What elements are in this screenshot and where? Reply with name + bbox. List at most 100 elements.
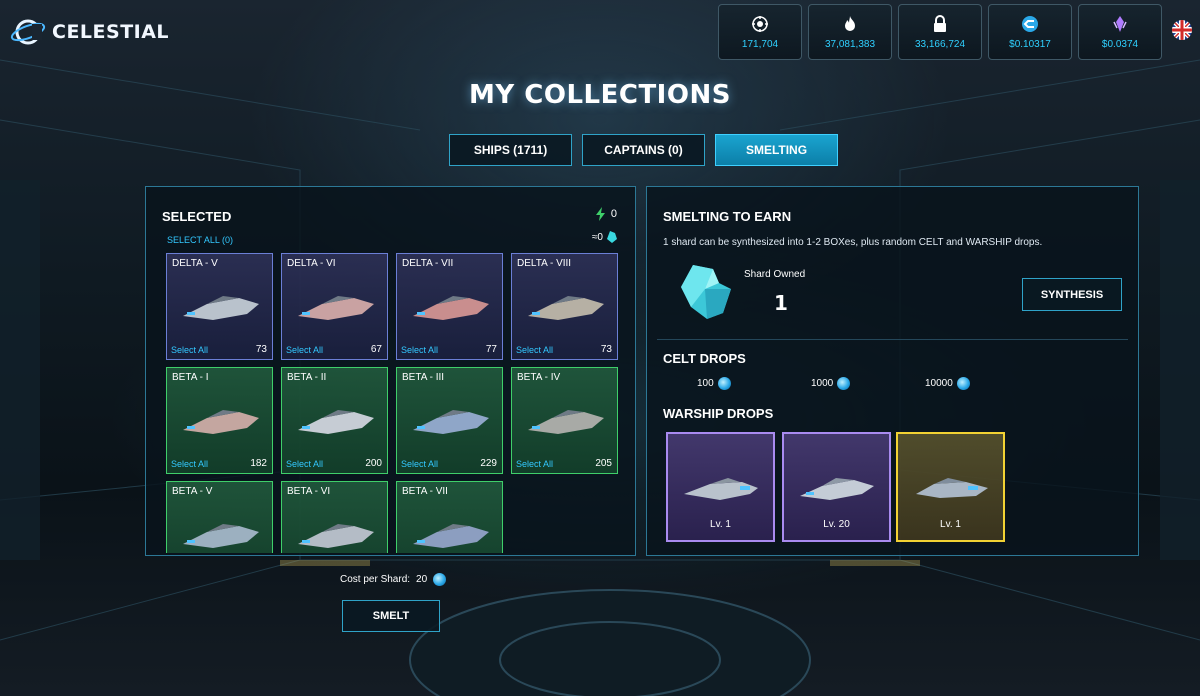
ship-card-name: BETA - II (287, 372, 327, 383)
warship-level: Lv. 1 (940, 519, 961, 530)
celt-drop-item: 1000 (811, 377, 925, 390)
ship-card-name: BETA - IV (517, 372, 561, 383)
celt-drop-item: 10000 (925, 377, 1039, 390)
celt-drop-amount: 1000 (811, 378, 834, 389)
celt-drop-amount: 10000 (925, 378, 953, 389)
ship-card-count: 73 (255, 344, 267, 355)
celt-coin-icon (717, 377, 731, 390)
ship-card[interactable]: DELTA - VIII Select All 73 (511, 253, 618, 360)
ship-card-name: DELTA - VI (287, 258, 336, 269)
warship-image (916, 478, 988, 498)
celt-drop-amount: 100 (697, 378, 714, 389)
approx-shards: ≈0 (592, 231, 617, 243)
celt-drops-list: 100 1000 10000 (697, 377, 1039, 390)
warship-level: Lv. 20 (823, 519, 850, 530)
ship-card-count: 229 (480, 458, 497, 469)
celt-drops-title: CELT DROPS (663, 351, 746, 366)
ship-card-name: BETA - VII (402, 486, 448, 497)
ship-card-name: BETA - V (172, 486, 213, 497)
lightning-icon (595, 207, 605, 221)
ship-card-select-all[interactable]: Select All (401, 345, 438, 355)
stat-value: 33,166,724 (914, 38, 966, 50)
stat-value: 37,081,383 (824, 38, 876, 50)
cost-value: 20 (416, 574, 428, 585)
ship-card-select-all[interactable]: Select All (171, 459, 208, 469)
celt-drop-item: 100 (697, 377, 811, 390)
ship-card[interactable]: BETA - IV Select All 205 (511, 367, 618, 474)
smelting-title: SMELTING TO EARN (663, 209, 792, 224)
planet-logo-icon (10, 19, 46, 45)
warship-level: Lv. 1 (710, 519, 731, 530)
ship-image (183, 524, 259, 548)
ship-card-select-all[interactable]: Select All (171, 345, 208, 355)
ship-card-name: DELTA - V (172, 258, 218, 269)
warship-drop-card: Lv. 1 (896, 432, 1005, 542)
ship-card-select-all[interactable]: Select All (516, 459, 553, 469)
divider (657, 339, 1128, 340)
synthesis-button[interactable]: SYNTHESIS (1022, 278, 1122, 311)
shard-owned-value: 1 (774, 291, 788, 315)
ship-card-select-all[interactable]: Select All (286, 345, 323, 355)
ship-card[interactable]: BETA - III Select All 229 (396, 367, 503, 474)
ship-card-select-all[interactable]: Select All (286, 459, 323, 469)
shard-counter: 0 (595, 207, 617, 221)
tab-smelting[interactable]: SMELTING (715, 134, 838, 166)
select-all-link[interactable]: SELECT ALL (0) (167, 235, 233, 245)
celt-coin-icon (956, 377, 970, 390)
ship-card-name: DELTA - VII (402, 258, 454, 269)
ship-image (298, 410, 374, 434)
ship-card-select-all[interactable]: Select All (516, 345, 553, 355)
warship-drops-title: WARSHIP DROPS (663, 406, 774, 421)
ship-card-count: 67 (370, 344, 382, 355)
smelt-button[interactable]: SMELT (342, 600, 440, 632)
ship-card-name: DELTA - VIII (517, 258, 572, 269)
ship-card[interactable]: DELTA - VII Select All 77 (396, 253, 503, 360)
tab-captains[interactable]: CAPTAINS (0) (582, 134, 705, 166)
ship-card-name: BETA - I (172, 372, 209, 383)
shard-small-icon (607, 231, 617, 243)
ship-card-select-all[interactable]: Select All (401, 459, 438, 469)
ship-image (413, 524, 489, 548)
tab-ships[interactable]: SHIPS (1711) (449, 134, 572, 166)
collection-tabs: SHIPS (1711) CAPTAINS (0) SMELTING (449, 134, 838, 166)
stat-crystal-price: $0.0374 (1078, 4, 1162, 60)
ship-card[interactable]: BETA - V (166, 481, 273, 553)
brand-name: CELESTIAL (52, 21, 170, 43)
crystal-icon (1111, 15, 1129, 33)
ship-card-count: 182 (250, 458, 267, 469)
ship-card[interactable]: BETA - VII (396, 481, 503, 553)
warship-drop-card: Lv. 20 (782, 432, 891, 542)
ship-card[interactable]: DELTA - VI Select All 67 (281, 253, 388, 360)
smelting-panel: SMELTING TO EARN 1 shard can be synthesi… (646, 186, 1139, 556)
warship-drop-card: Lv. 1 (666, 432, 775, 542)
flame-icon (841, 15, 859, 33)
shard-owned-label: Shard Owned (744, 269, 806, 280)
ship-image (183, 296, 259, 320)
lock-icon (931, 14, 949, 33)
ship-card-grid: DELTA - V Select All 73 DELTA - VI Select Al… (166, 253, 618, 553)
stat-burned: 37,081,383 (808, 4, 892, 60)
ship-image (298, 296, 374, 320)
ship-card-name: BETA - VI (287, 486, 331, 497)
page-title: MY COLLECTIONS (469, 80, 731, 110)
cost-per-shard: Cost per Shard: 20 (340, 573, 447, 586)
ship-card[interactable]: BETA - I Select All 182 (166, 367, 273, 474)
celestial-logo[interactable]: CELESTIAL (10, 12, 169, 52)
uk-flag-icon[interactable] (1172, 20, 1192, 40)
ship-card-count: 73 (600, 344, 612, 355)
shard-crystal-icon (681, 265, 731, 319)
stat-value: 171,704 (741, 38, 779, 50)
stat-value: $0.0374 (1101, 38, 1139, 50)
ship-image (413, 410, 489, 434)
stat-players: 171,704 (718, 4, 802, 60)
ship-image (528, 296, 604, 320)
ship-image (298, 524, 374, 548)
stat-value: $0.10317 (1009, 38, 1051, 50)
ship-image (528, 410, 604, 434)
ship-card[interactable]: BETA - II Select All 200 (281, 367, 388, 474)
ship-card-count: 77 (485, 344, 497, 355)
ship-card[interactable]: DELTA - V Select All 73 (166, 253, 273, 360)
token-stats-bar: 171,704 37,081,383 33,166,724 $0.10317 $… (718, 4, 1162, 60)
ship-card[interactable]: BETA - VI (281, 481, 388, 553)
celt-coin-icon (1021, 15, 1039, 33)
